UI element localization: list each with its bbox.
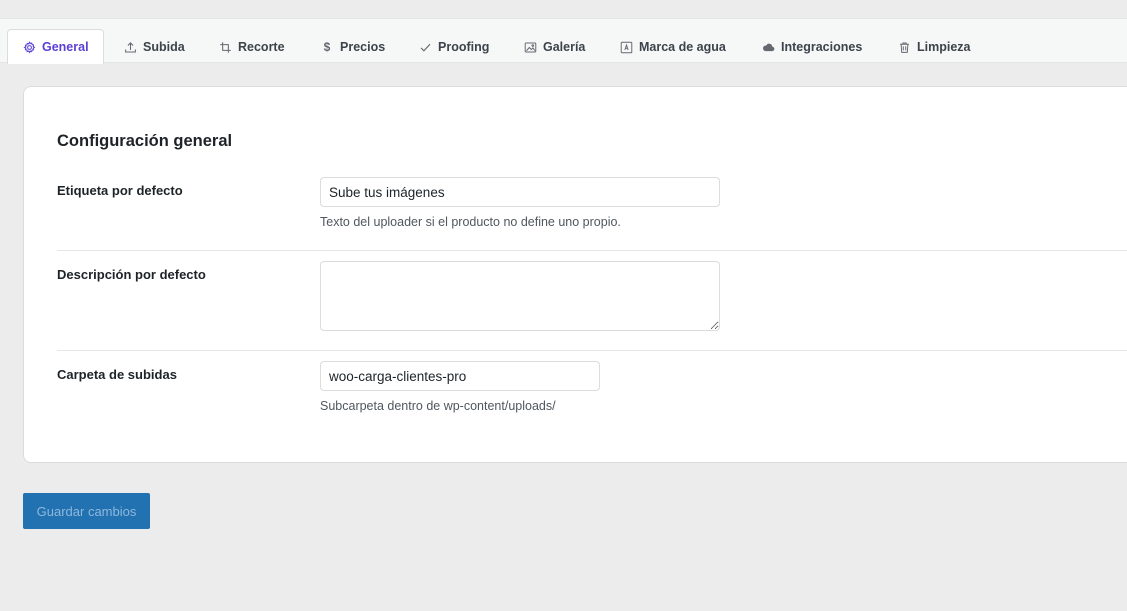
trash-icon xyxy=(897,40,911,54)
checkmark-icon xyxy=(418,40,432,54)
dollar-glyph: $ xyxy=(323,40,331,54)
watermark-icon xyxy=(619,40,633,54)
tab-integraciones[interactable]: Integraciones xyxy=(761,30,862,64)
settings-tabs: General Subida Recorte $ Precios Proofin… xyxy=(0,18,1127,64)
tab-recorte[interactable]: Recorte xyxy=(218,30,285,64)
default-description-textarea[interactable] xyxy=(320,261,720,331)
tab-label: Limpieza xyxy=(917,40,971,54)
upload-icon xyxy=(123,40,137,54)
tab-label: Proofing xyxy=(438,40,490,54)
upload-folder-input[interactable] xyxy=(320,361,600,391)
default-label-label: Etiqueta por defecto xyxy=(57,183,183,198)
tab-galeria[interactable]: Galería xyxy=(523,30,585,64)
default-label-input[interactable] xyxy=(320,177,720,207)
tab-label: Precios xyxy=(340,40,386,54)
tab-limpieza[interactable]: Limpieza xyxy=(897,30,971,64)
dollar-icon: $ xyxy=(320,40,334,54)
settings-panel: Configuración general Etiqueta por defec… xyxy=(23,86,1127,463)
tab-label: General xyxy=(42,40,89,54)
save-changes-button[interactable]: Guardar cambios xyxy=(23,493,150,529)
default-description-label: Descripción por defecto xyxy=(57,267,206,282)
row-divider xyxy=(57,350,1127,351)
tab-subida[interactable]: Subida xyxy=(123,30,185,64)
gallery-icon xyxy=(523,40,537,54)
tab-label: Subida xyxy=(143,40,185,54)
tab-label: Galería xyxy=(543,40,586,54)
tab-precios[interactable]: $ Precios xyxy=(320,30,386,64)
gear-icon xyxy=(22,40,36,54)
upload-folder-label: Carpeta de subidas xyxy=(57,367,177,382)
default-label-help: Texto del uploader si el producto no def… xyxy=(320,215,621,229)
row-divider xyxy=(57,250,1127,251)
cloud-icon xyxy=(761,40,775,54)
tab-proofing[interactable]: Proofing xyxy=(418,30,489,64)
section-title: Configuración general xyxy=(57,132,233,150)
upload-folder-help: Subcarpeta dentro de wp-content/uploads/ xyxy=(320,399,556,413)
tab-general[interactable]: General xyxy=(7,29,104,64)
tab-marca-de-agua[interactable]: Marca de agua xyxy=(619,30,726,64)
tab-label: Integraciones xyxy=(781,40,863,54)
tab-label: Recorte xyxy=(238,40,285,54)
crop-icon xyxy=(218,40,232,54)
tab-label: Marca de agua xyxy=(639,40,726,54)
